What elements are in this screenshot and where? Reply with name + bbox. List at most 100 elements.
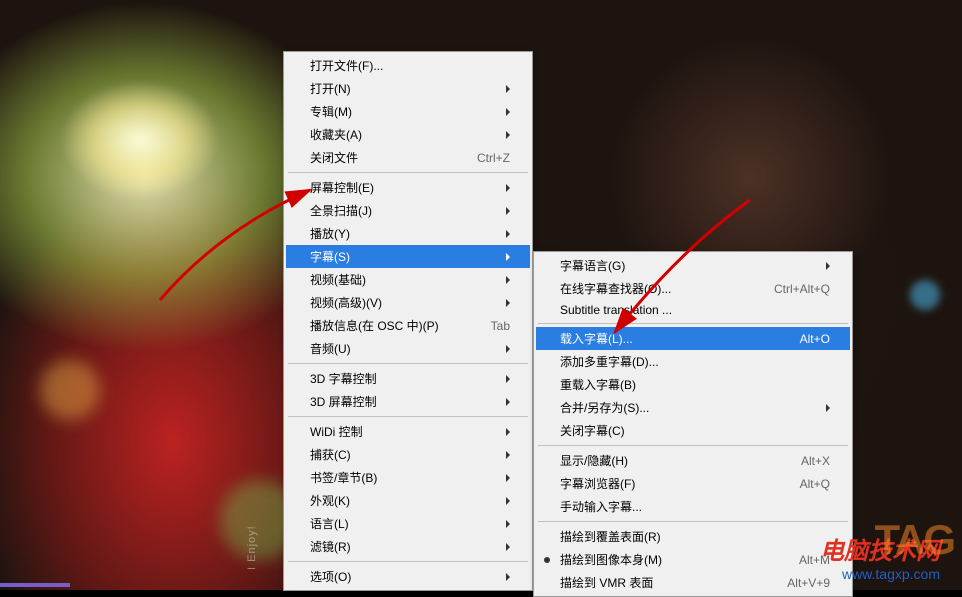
menu-item[interactable]: 字幕语言(G) [536,254,850,277]
menu-item[interactable]: 描绘到图像本身(M) Alt+M [536,548,850,571]
menu-item-label: 视频(高级)(V) [310,294,506,311]
context-menu-subtitles: 字幕语言(G) 在线字幕查找器(O)... Ctrl+Alt+Q Subtitle t… [533,251,853,597]
menu-item[interactable]: 播放信息(在 OSC 中)(P)Tab [286,314,530,337]
menu-item-label: 专辑(M) [310,103,506,120]
menu-item[interactable]: 捕获(C) [286,443,530,466]
menu-item-label: 语言(L) [310,515,506,532]
menu-item-label: 关闭字幕(C) [560,422,830,439]
menu-item-label: 重载入字幕(B) [560,376,830,393]
menu-item-label: 字幕语言(G) [560,257,826,274]
menu-item-label: 音频(U) [310,340,506,357]
menu-separator [288,363,528,364]
menu-item[interactable]: 在线字幕查找器(O)... Ctrl+Alt+Q [536,277,850,300]
chevron-right-icon [506,520,510,528]
chevron-right-icon [506,299,510,307]
menu-item-label: 合并/另存为(S)... [560,399,826,416]
menu-item[interactable]: 重载入字幕(B) [536,373,850,396]
menu-item-label: 在线字幕查找器(O)... [560,280,754,297]
menu-item-label: 滤镜(R) [310,538,506,555]
menu-item[interactable]: 滤镜(R) [286,535,530,558]
menu-item-label: 全景扫描(J) [310,202,506,219]
menu-item[interactable]: 合并/另存为(S)... [536,396,850,419]
menu-item[interactable]: 全景扫描(J) [286,199,530,222]
menu-item[interactable]: 打开(N) [286,77,530,100]
menu-item-label: 捕获(C) [310,446,506,463]
menu-item[interactable]: 视频(基础) [286,268,530,291]
chevron-right-icon [506,451,510,459]
bokeh-light [910,280,940,310]
menu-separator [538,445,848,446]
menu-item[interactable]: 显示/隐藏(H) Alt+X [536,449,850,472]
menu-item-label: 选项(O) [310,568,506,585]
menu-item[interactable]: 选项(O) [286,565,530,588]
progress-bar[interactable] [0,583,70,587]
menu-item-label: Subtitle translation ... [560,303,830,317]
chevron-right-icon [506,230,510,238]
chevron-right-icon [506,85,510,93]
chevron-right-icon [506,428,510,436]
chevron-right-icon [506,276,510,284]
menu-item[interactable]: 打开文件(F)... [286,54,530,77]
menu-item[interactable]: 播放(Y) [286,222,530,245]
menu-item[interactable]: 视频(高级)(V) [286,291,530,314]
menu-item-label: 打开(N) [310,80,506,97]
menu-item-label: 收藏夹(A) [310,126,506,143]
chevron-right-icon [506,497,510,505]
menu-item[interactable]: 语言(L) [286,512,530,535]
menu-item[interactable]: 描绘到覆盖表面(R) [536,525,850,548]
radio-indicator-icon [544,557,550,563]
bokeh-light [40,360,100,420]
chevron-right-icon [506,573,510,581]
menu-item-label: 显示/隐藏(H) [560,452,781,469]
menu-item-label: 屏幕控制(E) [310,179,506,196]
menu-item-label: 关闭文件 [310,149,457,166]
chevron-right-icon [506,184,510,192]
menu-separator [288,172,528,173]
menu-separator [288,561,528,562]
menu-item[interactable]: 描绘到 VMR 表面Alt+V+9 [536,571,850,594]
menu-separator [288,416,528,417]
chevron-right-icon [506,345,510,353]
menu-item[interactable]: 添加多重字幕(D)... [536,350,850,373]
menu-item-label: 视频(基础) [310,271,506,288]
menu-item-label: 添加多重字幕(D)... [560,353,830,370]
menu-item[interactable]: 屏幕控制(E) [286,176,530,199]
menu-item[interactable]: 专辑(M) [286,100,530,123]
menu-item[interactable]: 书签/章节(B) [286,466,530,489]
menu-item[interactable]: 关闭字幕(C) [536,419,850,442]
menu-separator [538,521,848,522]
menu-item[interactable]: 3D 屏幕控制 [286,390,530,413]
menu-item[interactable]: WiDi 控制 [286,420,530,443]
menu-item-label: 3D 屏幕控制 [310,393,506,410]
menu-item[interactable]: 载入字幕(L)...Alt+O [536,327,850,350]
menu-item-label: 外观(K) [310,492,506,509]
chevron-right-icon [506,375,510,383]
player-slogan: I Enjoy! [246,525,258,570]
menu-item[interactable]: 3D 字幕控制 [286,367,530,390]
chevron-right-icon [506,207,510,215]
menu-item[interactable]: 字幕(S) [286,245,530,268]
menu-item-shortcut: Tab [491,319,510,333]
menu-item[interactable]: 手动输入字幕... [536,495,850,518]
lamp-glow-effect [60,80,220,200]
chevron-right-icon [506,108,510,116]
menu-item-shortcut: Ctrl+Z [477,151,510,165]
menu-item[interactable]: 字幕浏览器(F) Alt+Q [536,472,850,495]
menu-item[interactable]: 关闭文件 Ctrl+Z [286,146,530,169]
chevron-right-icon [826,404,830,412]
menu-item[interactable]: 外观(K) [286,489,530,512]
menu-item[interactable]: 音频(U) [286,337,530,360]
menu-item-label: 描绘到图像本身(M) [560,551,779,568]
menu-item-shortcut: Alt+Q [800,477,830,491]
menu-item[interactable]: Subtitle translation ... [536,300,850,320]
context-menu-main: 打开文件(F)... 打开(N) 专辑(M) 收藏夹(A) 关闭文件 Ctrl+Z 屏幕控制… [283,51,533,591]
menu-item[interactable]: 收藏夹(A) [286,123,530,146]
chevron-right-icon [506,253,510,261]
menu-item-shortcut: Alt+M [799,553,830,567]
menu-item-shortcut: Alt+X [801,454,830,468]
menu-item-label: 打开文件(F)... [310,57,510,74]
menu-item-shortcut: Ctrl+Alt+Q [774,282,830,296]
menu-item-shortcut: Alt+O [800,332,830,346]
menu-item-label: 字幕(S) [310,248,506,265]
menu-item-label: 字幕浏览器(F) [560,475,780,492]
